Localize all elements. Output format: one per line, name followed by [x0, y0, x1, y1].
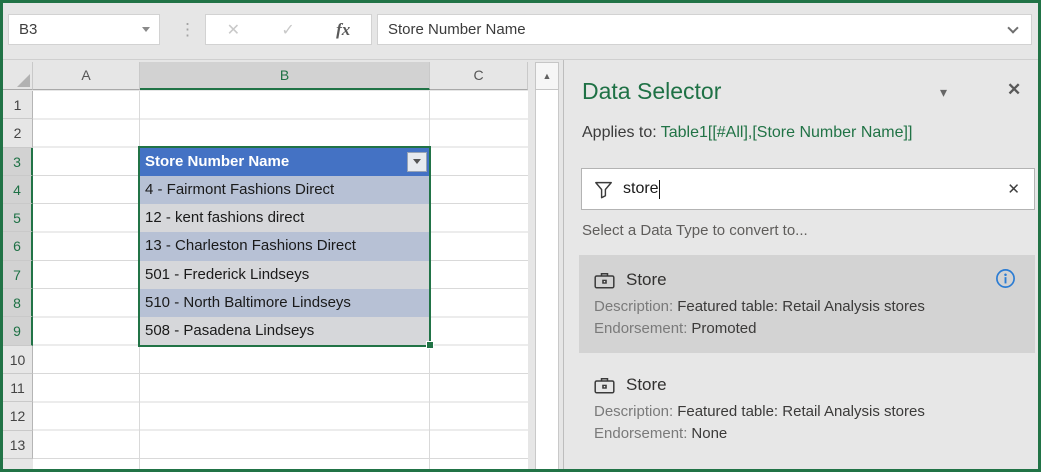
data-type-result-store-promoted[interactable]: Store Description:Featured table: Retail… — [579, 255, 1035, 353]
insert-function-button[interactable]: fx — [336, 20, 350, 40]
result-endorsement: Endorsement:None — [594, 425, 1021, 442]
vertical-scrollbar[interactable]: ▲ — [535, 62, 559, 469]
row-header-9[interactable]: 9 — [3, 317, 33, 345]
table-header-label: Store Number Name — [145, 153, 289, 170]
table-row[interactable]: 13 - Charleston Fashions Direct — [140, 232, 430, 260]
row-header-1[interactable]: 1 — [3, 91, 33, 119]
excel-window: B3 ⋮ ✕ ✓ fx Store Number Name A B C 1 2 … — [0, 0, 1041, 472]
column-header-c[interactable]: C — [430, 62, 528, 90]
data-type-result-store-none[interactable]: Store Description:Featured table: Retail… — [579, 360, 1035, 458]
data-type-prompt: Select a Data Type to convert to... — [582, 222, 808, 239]
row-header-6[interactable]: 6 — [3, 232, 33, 260]
row-header-7[interactable]: 7 — [3, 261, 33, 289]
column-header-b[interactable]: B — [140, 62, 430, 90]
name-box-value: B3 — [9, 21, 142, 38]
enter-icon[interactable]: ✓ — [281, 20, 294, 40]
row-headers: 1 2 3 4 5 6 7 8 9 10 11 12 13 — [3, 91, 33, 459]
row-header-5[interactable]: 5 — [3, 204, 33, 232]
formula-bar[interactable]: Store Number Name — [377, 14, 1032, 45]
name-box-dropdown-icon[interactable] — [142, 27, 150, 32]
scroll-up-icon[interactable]: ▲ — [535, 62, 559, 90]
fill-handle[interactable] — [426, 341, 434, 349]
applies-to-label: Applies to: — [582, 124, 657, 141]
clear-search-icon[interactable]: ✕ — [1007, 180, 1020, 198]
briefcase-icon — [594, 376, 615, 395]
briefcase-icon — [594, 271, 615, 290]
pane-close-icon[interactable]: ✕ — [1007, 80, 1021, 100]
formula-bar-value: Store Number Name — [378, 21, 1009, 38]
pane-title: Data Selector — [582, 78, 721, 105]
row-header-10[interactable]: 10 — [3, 346, 33, 374]
pane-options-icon[interactable]: ▾ — [940, 84, 947, 101]
formula-buttons: ✕ ✓ fx — [205, 14, 372, 45]
row-header-13[interactable]: 13 — [3, 431, 33, 459]
row-header-11[interactable]: 11 — [3, 374, 33, 402]
grip-dots-icon[interactable]: ⋮ — [179, 11, 196, 49]
search-value: store — [623, 180, 659, 198]
result-title: Store — [626, 375, 667, 395]
filter-caret-icon — [413, 159, 421, 164]
table-row[interactable]: 12 - kent fashions direct — [140, 204, 430, 232]
table-row[interactable]: 508 - Pasadena Lindseys — [140, 317, 430, 345]
worksheet-grid: A B C 1 2 3 4 5 6 7 8 9 10 11 12 13 Stor… — [3, 60, 556, 469]
expand-formula-bar-icon[interactable] — [1007, 22, 1018, 33]
formula-bar-strip: B3 ⋮ ✕ ✓ fx Store Number Name — [3, 3, 1038, 60]
row-header-12[interactable]: 12 — [3, 402, 33, 430]
table-row[interactable]: 510 - North Baltimore Lindseys — [140, 289, 430, 317]
data-selector-pane: Data Selector ▾ ✕ Applies to:Table1[[#Al… — [563, 60, 1041, 469]
filter-dropdown-button[interactable] — [407, 152, 427, 172]
text-cursor — [659, 180, 660, 199]
row-header-4[interactable]: 4 — [3, 176, 33, 204]
result-endorsement: Endorsement:Promoted — [594, 320, 1021, 337]
filter-icon — [594, 180, 613, 199]
row-header-2[interactable]: 2 — [3, 119, 33, 147]
search-input[interactable]: store ✕ — [581, 168, 1035, 210]
select-all-button[interactable] — [3, 62, 33, 90]
row-header-3[interactable]: 3 — [3, 148, 33, 176]
applies-to: Applies to:Table1[[#All],[Store Number N… — [582, 124, 912, 142]
column-header-a[interactable]: A — [33, 62, 140, 90]
select-all-icon — [17, 74, 30, 87]
table-header-cell[interactable]: Store Number Name — [140, 148, 430, 176]
result-description: Description:Featured table: Retail Analy… — [594, 298, 1021, 315]
applies-to-reference: Table1[[#All],[Store Number Name]] — [661, 124, 913, 141]
cell-area[interactable]: Store Number Name 4 - Fairmont Fashions … — [33, 91, 528, 469]
excel-table: Store Number Name 4 - Fairmont Fashions … — [140, 148, 430, 346]
result-description: Description:Featured table: Retail Analy… — [594, 403, 1021, 420]
result-title: Store — [626, 270, 667, 290]
row-header-8[interactable]: 8 — [3, 289, 33, 317]
info-icon[interactable] — [995, 268, 1016, 289]
name-box[interactable]: B3 — [8, 14, 160, 45]
table-row[interactable]: 501 - Frederick Lindseys — [140, 261, 430, 289]
table-row[interactable]: 4 - Fairmont Fashions Direct — [140, 176, 430, 204]
cancel-icon[interactable]: ✕ — [227, 20, 240, 40]
